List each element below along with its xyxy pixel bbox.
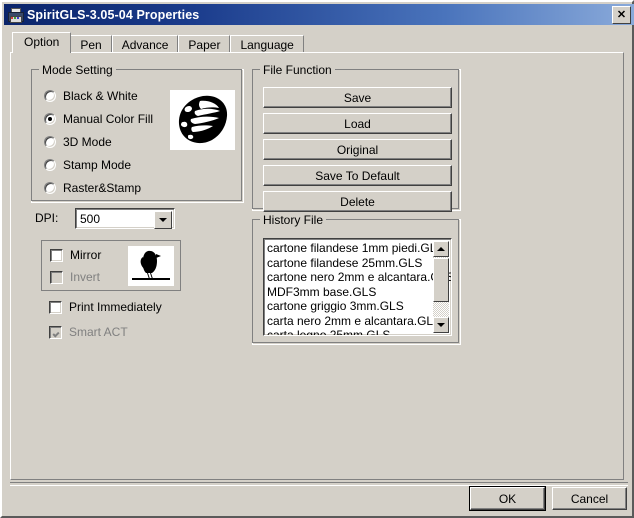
radio-indicator <box>44 159 56 171</box>
list-item[interactable]: MDF3mm base.GLS <box>267 285 432 300</box>
checkbox-indicator <box>49 300 62 314</box>
footer-divider <box>10 482 628 486</box>
radio-3d-mode[interactable]: 3D Mode <box>44 135 112 149</box>
mirror-invert-frame: Mirror Invert <box>41 240 181 291</box>
leaf-preview-image <box>170 90 235 150</box>
delete-button[interactable]: Delete <box>263 191 452 212</box>
mode-setting-group: Mode Setting Black & White Manual Color … <box>31 63 244 203</box>
tab-page-option: Mode Setting Black & White Manual Color … <box>10 52 624 480</box>
chevron-down-icon[interactable] <box>154 211 172 229</box>
properties-dialog: SpiritGLS-3.05-04 Properties ✕ Option Pe… <box>0 0 634 518</box>
list-item[interactable]: carta legno 25mm.GLS <box>267 328 432 335</box>
checkbox-indicator <box>50 270 63 284</box>
scroll-down-icon[interactable] <box>433 317 449 333</box>
title-bar: SpiritGLS-3.05-04 Properties ✕ <box>4 4 634 25</box>
radio-stamp-mode[interactable]: Stamp Mode <box>44 158 131 172</box>
radio-raster-and-stamp[interactable]: Raster&Stamp <box>44 181 141 195</box>
history-file-group: History File cartone filandese 1mm piedi… <box>252 213 461 345</box>
checkbox-label: Invert <box>70 270 101 284</box>
tab-strip: Option Pen Advance Paper Language <box>12 32 304 53</box>
checkbox-indicator <box>50 248 63 262</box>
file-function-group: File Function Save Load Original Save To… <box>252 63 461 212</box>
radio-manual-color-fill[interactable]: Manual Color Fill <box>44 112 153 126</box>
radio-black-and-white[interactable]: Black & White <box>44 89 138 103</box>
history-file-scrollbar[interactable] <box>433 241 449 333</box>
close-icon[interactable]: ✕ <box>612 6 631 24</box>
tab-option[interactable]: Option <box>12 32 72 53</box>
dpi-value: 500 <box>80 211 101 226</box>
radio-label: Raster&Stamp <box>63 181 142 195</box>
radio-label: Stamp Mode <box>63 158 132 172</box>
checkbox-invert: Invert <box>50 270 100 284</box>
dpi-label: DPI: <box>35 211 59 225</box>
checkbox-mirror[interactable]: Mirror <box>50 248 101 262</box>
cancel-button[interactable]: Cancel <box>552 487 627 510</box>
tab-paper[interactable]: Paper <box>178 35 231 53</box>
window-title: SpiritGLS-3.05-04 Properties <box>27 7 200 22</box>
scroll-up-icon[interactable] <box>433 241 449 257</box>
dpi-combo[interactable]: 500 <box>75 208 175 229</box>
tab-pen[interactable]: Pen <box>70 35 112 53</box>
ok-button[interactable]: OK <box>469 486 546 511</box>
checkbox-label: Print Immediately <box>69 300 162 314</box>
list-item[interactable]: cartone nero 2mm e alcantara.GLS <box>267 270 451 285</box>
checkbox-label: Smart ACT <box>69 325 128 339</box>
tab-advance[interactable]: Advance <box>111 35 179 53</box>
history-file-items: cartone filandese 1mm piedi.GLS cartone … <box>267 241 451 335</box>
history-file-label: History File <box>260 213 327 227</box>
scrollbar-thumb[interactable] <box>433 258 449 302</box>
radio-label: Manual Color Fill <box>63 112 154 126</box>
list-item[interactable]: cartone filandese 1mm piedi.GLS <box>267 241 444 256</box>
tab-language[interactable]: Language <box>230 35 304 53</box>
mode-setting-label: Mode Setting <box>39 63 116 77</box>
radio-label: Black & White <box>63 89 138 103</box>
radio-indicator <box>44 90 56 102</box>
radio-indicator <box>44 136 56 148</box>
save-to-default-button[interactable]: Save To Default <box>263 165 452 186</box>
bird-preview-image <box>128 246 174 286</box>
checkbox-smart-act: Smart ACT <box>49 325 128 339</box>
load-button[interactable]: Load <box>263 113 452 134</box>
file-function-label: File Function <box>260 63 335 77</box>
checkbox-print-immediately[interactable]: Print Immediately <box>49 300 162 314</box>
list-item[interactable]: cartone griggio 3mm.GLS <box>267 299 432 314</box>
printer-icon <box>7 7 24 23</box>
history-file-listbox[interactable]: cartone filandese 1mm piedi.GLS cartone … <box>263 238 452 336</box>
radio-indicator <box>44 113 56 125</box>
checkbox-label: Mirror <box>70 248 102 262</box>
list-item[interactable]: carta nero 2mm e alcantara.GLS <box>267 314 441 329</box>
checkbox-indicator <box>49 325 62 339</box>
radio-indicator <box>44 182 56 194</box>
radio-label: 3D Mode <box>63 135 112 149</box>
original-button[interactable]: Original <box>263 139 452 160</box>
list-item[interactable]: cartone filandese 25mm.GLS <box>267 256 432 271</box>
save-button[interactable]: Save <box>263 87 452 108</box>
